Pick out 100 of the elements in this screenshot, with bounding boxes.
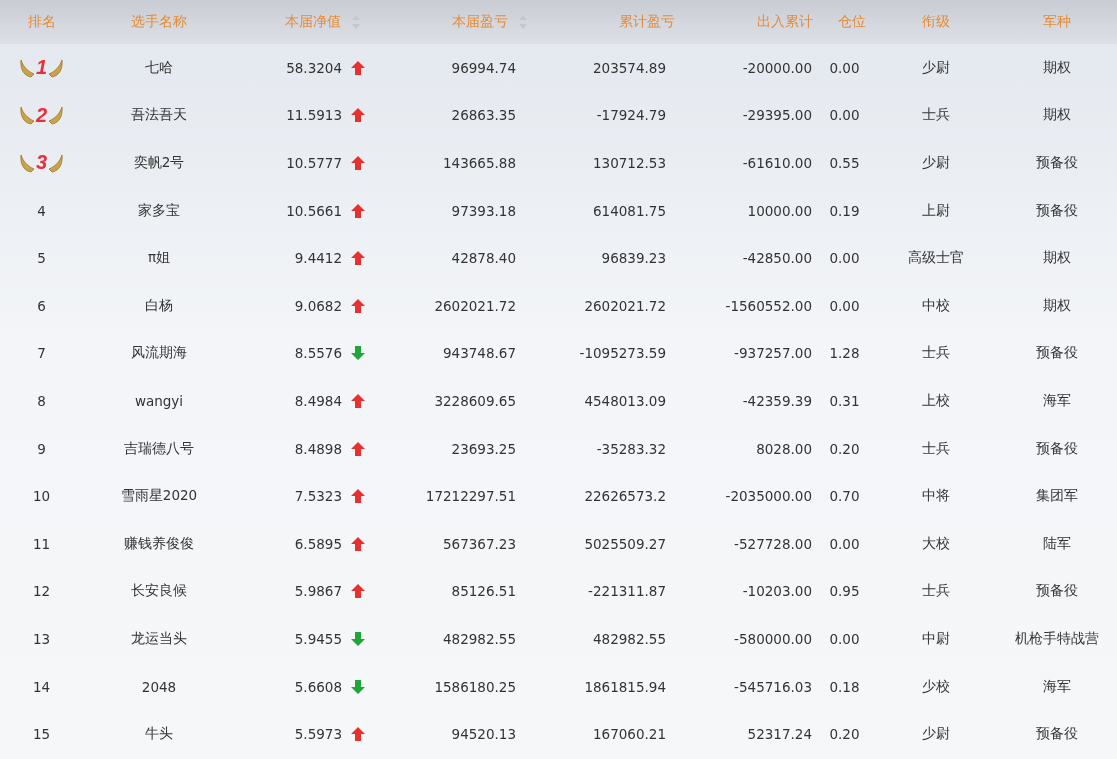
table-cell: 22626573.2 <box>584 488 666 505</box>
column-header[interactable]: 本届盈亏 <box>452 13 528 31</box>
player-name: 长安良候 <box>131 582 187 601</box>
wing-icon <box>48 104 65 127</box>
table-cell: 0.95 <box>829 583 860 600</box>
table-cell: 预备役 <box>1036 201 1078 220</box>
table-cell: 少尉 <box>922 58 950 77</box>
table-cell: 上校 <box>922 391 950 410</box>
player-name: 七哈 <box>145 58 173 77</box>
table-cell: 97393.18 <box>451 202 516 219</box>
table-cell: 8028.00 <box>756 440 812 457</box>
rank-number: 5 <box>37 250 46 267</box>
table-cell: 期权 <box>1043 106 1071 125</box>
table-cell: 96994.74 <box>451 59 516 76</box>
column-header: 累计盈亏 <box>619 13 675 31</box>
table-cell: 期权 <box>1043 249 1071 268</box>
table-cell: -580000.00 <box>734 630 812 647</box>
table-cell: 3228609.65 <box>434 392 516 409</box>
table-cell: -10203.00 <box>742 583 812 600</box>
table-cell: 10000.00 <box>747 202 812 219</box>
rank-number: 12 <box>32 583 51 600</box>
table-cell: 94520.13 <box>451 726 516 743</box>
table-cell: 预备役 <box>1036 154 1078 172</box>
column-header: 排名 <box>27 13 56 31</box>
player-name: wangyi <box>134 392 184 409</box>
table-cell: -527728.00 <box>734 535 812 552</box>
wing-icon <box>18 104 35 127</box>
table-cell: 203574.89 <box>593 59 666 76</box>
rank-number: 1 <box>35 56 48 80</box>
table-cell: 5.6608 <box>294 678 342 695</box>
table-cell: 少尉 <box>922 725 950 744</box>
table-cell: 士兵 <box>922 106 950 125</box>
table-cell: -221311.87 <box>588 583 666 600</box>
column-header[interactable]: 本届净值 <box>285 13 361 31</box>
table-cell: 0.18 <box>829 678 860 695</box>
table-cell: 预备役 <box>1036 344 1078 363</box>
table-cell: 26863.35 <box>451 107 516 124</box>
column-header: 选手名称 <box>131 13 187 31</box>
table-cell: -35283.32 <box>596 440 666 457</box>
table-cell: 上尉 <box>922 201 950 220</box>
table-cell: 少校 <box>922 677 950 696</box>
table-cell: -29395.00 <box>742 107 812 124</box>
table-cell: 943748.67 <box>443 345 516 362</box>
table-cell: 1.28 <box>829 345 860 362</box>
table-cell: 6.5895 <box>294 535 342 552</box>
table-cell: 集团军 <box>1036 487 1078 506</box>
table-cell: 0.20 <box>829 440 860 457</box>
table-cell: 中尉 <box>922 629 950 648</box>
table-cell: 8.5576 <box>294 345 342 362</box>
table-cell: 17212297.51 <box>425 488 516 505</box>
rank-number: 8 <box>37 392 46 409</box>
table-cell: 预备役 <box>1036 725 1078 744</box>
table-cell: -17924.79 <box>596 107 666 124</box>
table-cell: 0.00 <box>829 535 860 552</box>
table-cell: 2602021.72 <box>584 297 666 314</box>
table-cell: 567367.23 <box>443 535 516 552</box>
column-header: 衔级 <box>922 13 950 31</box>
table-cell: 52317.24 <box>747 726 812 743</box>
player-name: 风流期海 <box>131 344 187 363</box>
rank-number: 3 <box>35 151 48 175</box>
table-cell: 大校 <box>922 534 950 553</box>
table-cell: 10.5661 <box>286 202 342 219</box>
table-cell: 9.4412 <box>294 250 342 267</box>
player-name: 吉瑞德八号 <box>124 439 194 458</box>
table-cell: 5.9455 <box>294 630 342 647</box>
table-cell: 士兵 <box>922 582 950 601</box>
table-cell: 58.3204 <box>286 59 342 76</box>
table-cell: 130712.53 <box>593 155 666 171</box>
table-cell: 0.00 <box>829 630 860 647</box>
rank-number: 7 <box>37 345 46 362</box>
table-cell: 0.31 <box>829 392 860 409</box>
table-cell: 0.55 <box>829 155 860 171</box>
table-cell: 中将 <box>922 487 950 506</box>
table-cell: 8.4898 <box>294 440 342 457</box>
table-cell: -42359.39 <box>742 392 812 409</box>
table-cell: 9.0682 <box>294 297 342 314</box>
table-cell: -545716.03 <box>734 678 812 695</box>
table-cell: 0.19 <box>829 202 860 219</box>
table-cell: 614081.75 <box>593 202 666 219</box>
table-cell: 中校 <box>922 296 950 315</box>
player-name: 雪雨星2020 <box>120 487 198 506</box>
rank-number: 10 <box>32 488 51 505</box>
table-cell: 482982.55 <box>593 630 666 647</box>
player-name: 奕帆2号 <box>133 154 185 172</box>
table-cell: 42878.40 <box>451 250 516 267</box>
rank-number: 11 <box>32 535 51 552</box>
player-name: 牛头 <box>145 725 173 744</box>
player-name: 2048 <box>141 678 177 695</box>
table-cell: 0.00 <box>829 59 860 76</box>
table-cell: 0.70 <box>829 488 860 505</box>
wing-icon <box>18 152 35 174</box>
table-cell: -2035000.00 <box>725 488 812 505</box>
player-name: 赚钱养俊俊 <box>124 534 194 553</box>
table-cell: 143665.88 <box>443 155 516 171</box>
table-cell: 1861815.94 <box>584 678 666 695</box>
table-cell: 5025509.27 <box>584 535 666 552</box>
table-cell: 5.9867 <box>294 583 342 600</box>
table-cell: 2602021.72 <box>434 297 516 314</box>
table-cell: 4548013.09 <box>584 392 666 409</box>
table-cell: -42850.00 <box>742 250 812 267</box>
